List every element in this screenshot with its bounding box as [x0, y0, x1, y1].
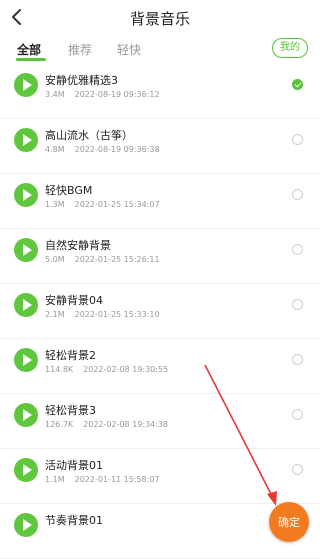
- confirm-button[interactable]: 确定: [269, 502, 309, 542]
- track-meta: 3.4M 2022-08-19 09:36:12: [45, 90, 160, 99]
- radio-circle-icon[interactable]: [292, 354, 303, 365]
- radio-circle-icon[interactable]: [292, 244, 303, 255]
- track-date: 2022-01-25 15:34:07: [74, 200, 160, 209]
- tab-active-indicator: [16, 58, 46, 61]
- track-list: 安静优雅精选3 3.4M 2022-08-19 09:36:12 高山流水（古筝） 4.…: [0, 64, 320, 559]
- track-name: 轻松背景2: [45, 349, 96, 362]
- page-title: 背景音乐: [129, 10, 190, 28]
- track-name: 轻松背景3: [45, 404, 96, 417]
- list-item[interactable]: 高山流水（古筝） 4.8M 2022-08-19 09:36:38: [0, 119, 320, 174]
- play-icon[interactable]: [14, 513, 38, 537]
- track-size: 4.8M: [45, 145, 65, 154]
- track-size: 5.0M: [45, 255, 65, 264]
- track-name: 节奏背景01: [45, 514, 103, 527]
- play-icon[interactable]: [14, 348, 38, 372]
- track-name: 轻快BGM: [45, 184, 93, 197]
- track-meta: 2.1M 2022-01-25 15:33:10: [45, 310, 160, 319]
- play-icon[interactable]: [14, 183, 38, 207]
- tab-recommended[interactable]: 推荐: [68, 41, 92, 58]
- radio-circle-icon[interactable]: [292, 134, 303, 145]
- play-icon[interactable]: [14, 293, 38, 317]
- track-name: 高山流水（古筝）: [45, 129, 133, 142]
- track-date: 2022-02-08 19:30:55: [83, 365, 169, 374]
- track-name: 自然安静背景: [45, 239, 111, 252]
- play-icon[interactable]: [14, 458, 38, 482]
- track-name: 安静背景04: [45, 294, 103, 307]
- track-date: 2022-08-19 09:36:38: [74, 145, 160, 154]
- play-icon[interactable]: [14, 73, 38, 97]
- track-size: 114.8K: [45, 365, 74, 374]
- radio-circle-icon[interactable]: [292, 189, 303, 200]
- list-item[interactable]: 轻快BGM 1.3M 2022-01-25 15:34:07: [0, 174, 320, 229]
- radio-circle-icon[interactable]: [292, 409, 303, 420]
- track-meta: 1.1M 2022-01-11 15:58:07: [45, 475, 160, 484]
- track-meta: 4.8M 2022-08-19 09:36:38: [45, 145, 160, 154]
- list-item[interactable]: 活动背景01 1.1M 2022-01-11 15:58:07: [0, 449, 320, 504]
- header-bar: 背景音乐: [0, 0, 320, 34]
- radio-circle-icon[interactable]: [292, 464, 303, 475]
- radio-circle-icon[interactable]: [292, 299, 303, 310]
- track-meta: 5.0M 2022-01-25 15:26:11: [45, 255, 160, 264]
- play-icon[interactable]: [14, 403, 38, 427]
- list-item[interactable]: 安静优雅精选3 3.4M 2022-08-19 09:36:12: [0, 64, 320, 119]
- play-icon[interactable]: [14, 238, 38, 262]
- mine-button[interactable]: 我的: [272, 38, 308, 58]
- track-meta: 1.3M 2022-01-25 15:34:07: [45, 200, 160, 209]
- list-item[interactable]: 安静背景04 2.1M 2022-01-25 15:33:10: [0, 284, 320, 339]
- track-size: 1.3M: [45, 200, 65, 209]
- play-icon[interactable]: [14, 128, 38, 152]
- track-size: 126.7K: [45, 420, 74, 429]
- list-item[interactable]: 轻松背景3 126.7K 2022-02-08 19:34:38: [0, 394, 320, 449]
- track-date: 2022-01-25 15:33:10: [74, 310, 160, 319]
- track-meta: 114.8K 2022-02-08 19:30:55: [45, 365, 168, 374]
- track-meta: 126.7K 2022-02-08 19:34:38: [45, 420, 168, 429]
- track-size: 3.4M: [45, 90, 65, 99]
- list-item[interactable]: 轻松背景2 114.8K 2022-02-08 19:30:55: [0, 339, 320, 394]
- track-date: 2022-01-25 15:26:11: [74, 255, 160, 264]
- track-name: 活动背景01: [45, 459, 103, 472]
- track-meta: [45, 530, 55, 539]
- list-item[interactable]: 自然安静背景 5.0M 2022-01-25 15:26:11: [0, 229, 320, 284]
- track-date: 2022-01-11 15:58:07: [74, 475, 160, 484]
- track-size: 2.1M: [45, 310, 65, 319]
- track-date: 2022-08-19 09:36:12: [74, 90, 160, 99]
- track-size: 1.1M: [45, 475, 65, 484]
- track-date: 2022-02-08 19:34:38: [83, 420, 169, 429]
- tab-all[interactable]: 全部: [17, 41, 41, 58]
- track-name: 安静优雅精选3: [45, 74, 118, 87]
- tab-upbeat[interactable]: 轻快: [117, 41, 141, 58]
- check-circle-icon[interactable]: [292, 79, 303, 90]
